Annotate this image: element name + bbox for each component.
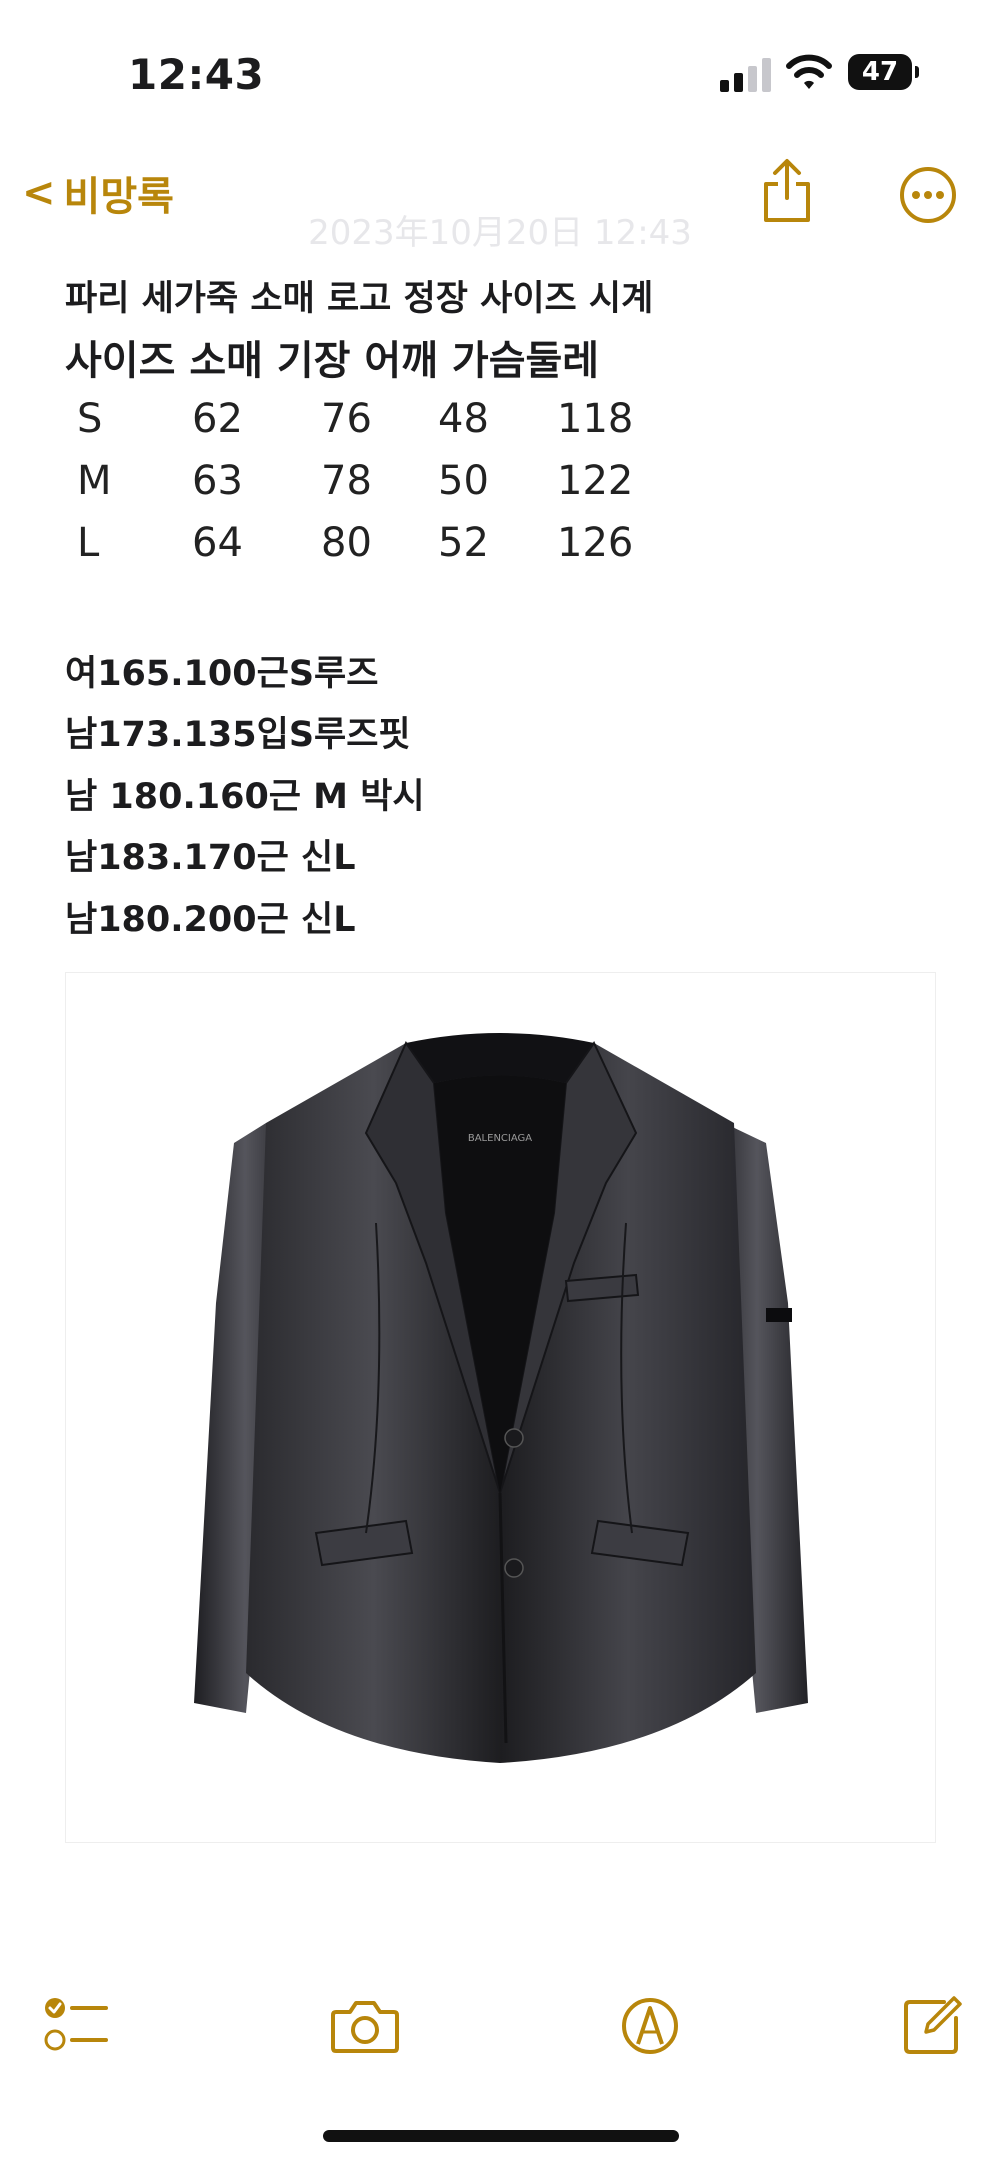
fit-note[interactable]: 남183.170근 신L xyxy=(65,829,356,880)
size-cell: M xyxy=(77,458,112,504)
fit-note[interactable]: 남173.135입S루즈핏 xyxy=(65,706,411,757)
shoulder-cell: 50 xyxy=(438,458,489,504)
sleeve-cell: 63 xyxy=(192,458,243,504)
cellular-signal-icon xyxy=(720,58,771,92)
markup-pen-icon[interactable] xyxy=(620,1996,680,2056)
brand-tag: BALENCIAGA xyxy=(468,1133,532,1144)
size-cell: L xyxy=(77,520,100,566)
battery-indicator: 47 xyxy=(848,54,919,90)
shoulder-cell: 48 xyxy=(438,396,489,442)
sleeve-cell: 62 xyxy=(192,396,243,442)
checklist-icon[interactable] xyxy=(44,1995,110,2055)
note-date: 2023年10月20日 12:43 xyxy=(308,213,692,253)
chest-cell: 126 xyxy=(557,520,634,566)
size-table-header[interactable]: 사이즈 소매 기장 어깨 가슴둘레 xyxy=(65,328,599,386)
compose-icon[interactable] xyxy=(902,1996,962,2056)
shoulder-cell: 52 xyxy=(438,520,489,566)
length-cell: 76 xyxy=(321,396,372,442)
size-cell: S xyxy=(77,396,103,442)
home-indicator[interactable] xyxy=(323,2130,679,2142)
leather-blazer-image: BALENCIAGA xyxy=(194,1033,808,1763)
wifi-icon xyxy=(786,54,832,89)
chest-cell: 118 xyxy=(557,396,634,442)
length-cell: 78 xyxy=(321,458,372,504)
chest-cell: 122 xyxy=(557,458,634,504)
note-image[interactable]: BALENCIAGA xyxy=(65,972,936,1843)
sleeve-cell: 64 xyxy=(192,520,243,566)
length-cell: 80 xyxy=(321,520,372,566)
camera-icon[interactable] xyxy=(330,1998,400,2054)
battery-level: 47 xyxy=(848,54,912,90)
fit-note[interactable]: 남180.200근 신L xyxy=(65,891,356,942)
fit-note[interactable]: 남 180.160근 M 박시 xyxy=(65,768,425,819)
note-title[interactable]: 파리 세가죽 소매 로고 정장 사이즈 시계 xyxy=(65,270,653,321)
fit-note[interactable]: 여165.100근S루즈 xyxy=(65,645,378,696)
status-time: 12:43 xyxy=(128,50,265,99)
